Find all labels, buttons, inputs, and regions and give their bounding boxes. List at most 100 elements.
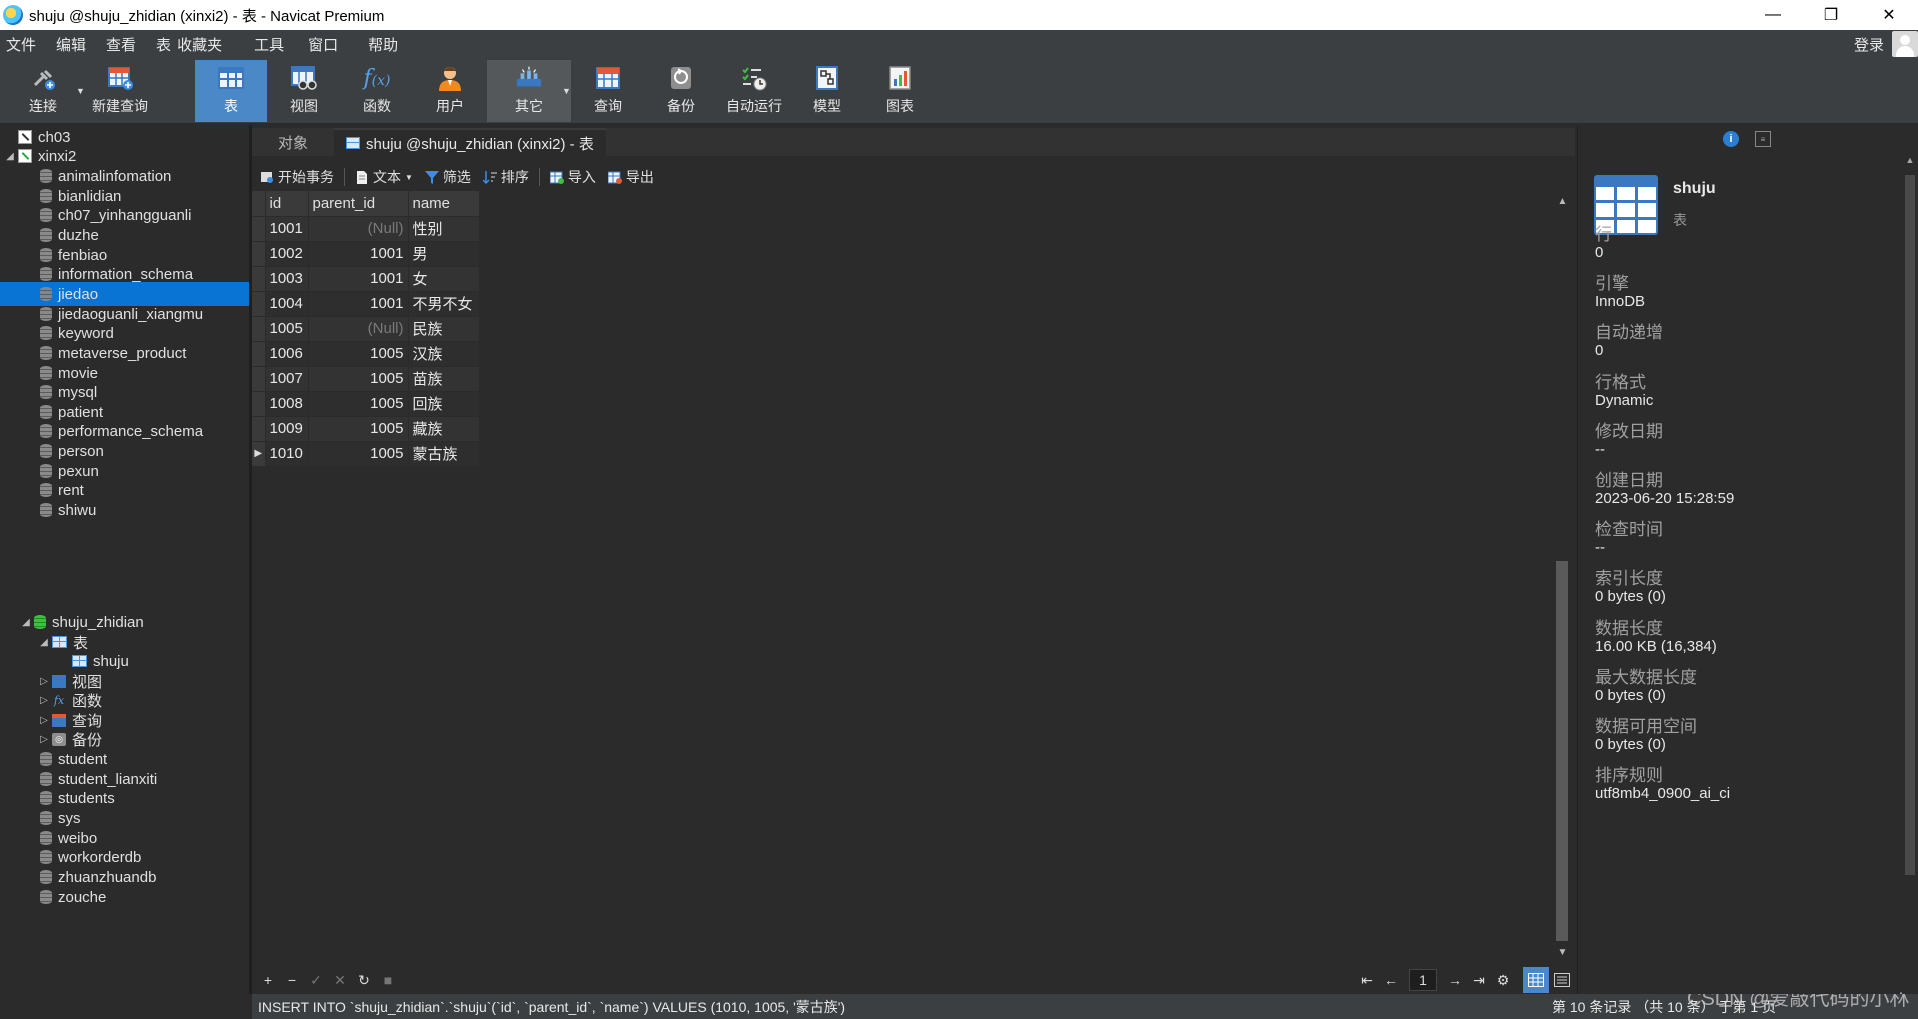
menu-table[interactable]: 表 [146, 34, 175, 55]
discard-changes-icon[interactable]: ✕ [328, 972, 352, 989]
connect-button[interactable]: 连接 [18, 60, 68, 122]
expand-arrow-icon[interactable]: ▷ [38, 695, 50, 706]
cell-parent-id[interactable]: 1005 [308, 416, 409, 442]
cell-id[interactable]: 1008 [265, 391, 309, 417]
info-icon[interactable]: i [1723, 131, 1739, 147]
previous-page-icon[interactable]: ← [1379, 972, 1403, 988]
connect-dropdown-arrow[interactable]: ▼ [76, 86, 85, 96]
cell-parent-id[interactable]: 1005 [308, 341, 409, 367]
table-row[interactable]: 1001 (Null) 性别 [252, 216, 480, 242]
row-header[interactable] [252, 391, 266, 417]
scrollbar-thumb[interactable] [1905, 175, 1915, 875]
import-button[interactable]: 导入 [544, 167, 602, 187]
row-header[interactable] [252, 366, 266, 392]
cell-parent-id[interactable]: 1001 [308, 291, 409, 317]
scroll-up-arrow-icon[interactable]: ▲ [1552, 191, 1573, 211]
row-header-corner[interactable] [252, 191, 266, 217]
cell-parent-id[interactable]: 1001 [308, 266, 409, 292]
apply-changes-icon[interactable]: ✓ [304, 972, 328, 989]
current-row-indicator-icon[interactable]: ▶ [252, 441, 266, 467]
row-header[interactable] [252, 241, 266, 267]
text-button[interactable]: 文本 ▼ [349, 167, 419, 187]
cell-id[interactable]: 1001 [265, 216, 309, 242]
grid-view-icon[interactable] [1523, 967, 1549, 993]
cell-id[interactable]: 1003 [265, 266, 309, 292]
cell-parent-id[interactable]: 1005 [308, 391, 409, 417]
stop-icon[interactable]: ■ [376, 972, 400, 988]
row-header[interactable] [252, 216, 266, 242]
close-button[interactable]: ✕ [1860, 0, 1918, 30]
collapse-arrow-icon[interactable]: ◢ [38, 637, 50, 648]
cell-parent-id[interactable]: 1005 [308, 441, 409, 467]
table-row[interactable]: 1003 1001 女 [252, 266, 480, 292]
column-header-name[interactable]: name [408, 191, 480, 217]
cell-id[interactable]: 1004 [265, 291, 309, 317]
menu-view[interactable]: 查看 [96, 34, 146, 55]
table-row[interactable]: ▶ 1010 1005 蒙古族 [252, 441, 480, 467]
minimize-button[interactable]: — [1744, 0, 1802, 30]
first-page-icon[interactable]: ⇤ [1355, 972, 1379, 989]
refresh-icon[interactable]: ↻ [352, 972, 376, 989]
table-row[interactable]: 1004 1001 不男不女 [252, 291, 480, 317]
cell-parent-id[interactable]: 1005 [308, 366, 409, 392]
form-view-icon[interactable] [1549, 967, 1575, 993]
scrollbar-thumb[interactable] [1556, 561, 1568, 941]
tab-objects[interactable]: 对象 [252, 128, 334, 156]
expand-arrow-icon[interactable]: ▷ [38, 715, 50, 726]
settings-gear-icon[interactable]: ⚙ [1491, 972, 1515, 989]
next-page-icon[interactable]: → [1443, 972, 1467, 988]
row-header[interactable] [252, 416, 266, 442]
table-row[interactable]: 1007 1005 苗族 [252, 366, 480, 392]
cell-name[interactable]: 回族 [408, 391, 480, 417]
model-button[interactable]: 模型 [791, 60, 863, 122]
column-header-parent-id[interactable]: parent_id [308, 191, 409, 217]
table-button[interactable]: 表 [195, 60, 267, 122]
table-row[interactable]: 1005 (Null) 民族 [252, 316, 480, 342]
cell-parent-id[interactable]: 1001 [308, 241, 409, 267]
cell-name[interactable]: 苗族 [408, 366, 480, 392]
last-page-icon[interactable]: ⇥ [1467, 972, 1491, 989]
cell-name[interactable]: 藏族 [408, 416, 480, 442]
user-button[interactable]: 用户 [414, 60, 486, 122]
auto-run-button[interactable]: 自动运行 [718, 60, 790, 122]
cell-name[interactable]: 男 [408, 241, 480, 267]
cell-id[interactable]: 1009 [265, 416, 309, 442]
cell-name[interactable]: 蒙古族 [408, 441, 480, 467]
login-link[interactable]: 登录 [1854, 34, 1884, 55]
table-row[interactable]: 1008 1005 回族 [252, 391, 480, 417]
ddl-icon[interactable]: ≡ [1755, 131, 1771, 147]
menu-favorites[interactable]: 收藏夹 [175, 34, 232, 55]
expand-arrow-icon[interactable]: ▷ [38, 676, 50, 687]
column-header-id[interactable]: id [265, 191, 309, 217]
cell-name[interactable]: 性别 [408, 216, 480, 242]
collapse-arrow-icon[interactable]: ◢ [20, 617, 32, 628]
function-button[interactable]: f(x) 函数 [341, 60, 413, 122]
cell-name[interactable]: 汉族 [408, 341, 480, 367]
page-number-input[interactable]: 1 [1409, 969, 1437, 991]
row-header[interactable] [252, 266, 266, 292]
tree-database-item[interactable]: zouche [0, 885, 249, 909]
expand-arrow-icon[interactable]: ▷ [38, 734, 50, 745]
cell-id[interactable]: 1005 [265, 316, 309, 342]
menu-edit[interactable]: 编辑 [46, 34, 96, 55]
cell-name[interactable]: 不男不女 [408, 291, 480, 317]
row-header[interactable] [252, 291, 266, 317]
table-row[interactable]: 1002 1001 男 [252, 241, 480, 267]
menu-file[interactable]: 文件 [0, 34, 46, 55]
menu-help[interactable]: 帮助 [348, 34, 408, 55]
cell-id[interactable]: 1006 [265, 341, 309, 367]
cell-name[interactable]: 女 [408, 266, 480, 292]
tree-database-item[interactable]: shiwu [0, 498, 249, 522]
cell-parent-id[interactable]: (Null) [308, 216, 409, 242]
view-button[interactable]: 视图 [268, 60, 340, 122]
menu-window[interactable]: 窗口 [294, 34, 348, 55]
grid-vertical-scrollbar[interactable]: ▲ ▼ [1552, 191, 1573, 962]
tab-shuju-table[interactable]: shuju @shuju_zhidian (xinxi2) - 表 [334, 128, 606, 156]
cell-id[interactable]: 1010 [265, 441, 309, 467]
collapse-arrow-icon[interactable]: ◢ [4, 151, 16, 162]
sort-button[interactable]: 排序 [477, 167, 535, 187]
backup-button[interactable]: 备份 [645, 60, 717, 122]
add-record-icon[interactable]: + [256, 972, 280, 988]
delete-record-icon[interactable]: − [280, 972, 304, 988]
table-row[interactable]: 1009 1005 藏族 [252, 416, 480, 442]
